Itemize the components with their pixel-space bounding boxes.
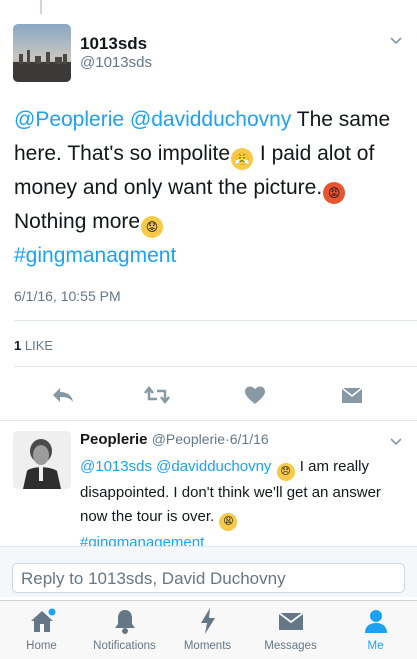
tab-messages[interactable]: Messages [249,607,332,652]
thread-connector-line [40,0,42,14]
author-avatar[interactable] [13,24,71,82]
author-handle: @1013sds [80,54,152,71]
angry-steam-emoji-icon: 😤 [231,148,254,170]
tab-home[interactable]: Home [0,607,83,652]
likes-label: LIKE [24,338,54,353]
reply-body: @1013sds @davidduchovny 😞 I am really di… [80,455,400,555]
tab-label: Me [367,640,384,652]
retweet-icon[interactable] [142,380,172,410]
tweet-header: 1013sds @1013sds [13,24,403,82]
tweet-text-part: Nothing more [14,210,141,233]
likes-number: 1 [14,338,22,353]
reply-composer-bar: Reply to 1013sds, David Duchovny [0,546,417,597]
tab-label: Moments [183,640,232,652]
worried-face-emoji-icon: 😟 [141,216,164,238]
lightning-icon [166,607,249,635]
tweet-body: @Peoplerie @davidduchovny The same here.… [14,103,406,273]
reply-author-avatar[interactable] [13,431,71,489]
tab-me[interactable]: Me [334,607,417,652]
mention-link[interactable]: @davidduchovny [156,458,271,475]
mention-link[interactable]: @1013sds [80,458,152,475]
tab-label: Home [26,640,57,652]
chevron-down-icon[interactable] [389,435,403,449]
bottom-tab-bar: Home Notifications Moments Messages Me [0,600,417,659]
reply-input[interactable]: Reply to 1013sds, David Duchovny [12,563,405,593]
angry-face-emoji-icon: 😡 [323,182,346,204]
reply-author-handle: @Peoplerie [151,431,226,447]
reply-tweet[interactable]: Peoplerie @Peoplerie·6/1/16 @1013sds @da… [0,420,417,551]
divider [14,320,417,321]
person-icon [334,607,417,635]
bell-icon [83,607,166,635]
tab-moments[interactable]: Moments [166,607,249,652]
mention-link[interactable]: @Peoplerie [14,108,124,131]
envelope-icon [249,607,332,635]
likes-count[interactable]: 1 LIKE [14,338,53,353]
reply-author-name[interactable]: Peoplerie [80,431,148,448]
heart-icon[interactable] [240,380,270,410]
hashtag-link[interactable]: #gingmanagment [14,244,176,267]
weary-face-emoji-icon: 😩 [219,513,238,531]
tweet-timestamp: 6/1/16, 10:55 PM [14,288,121,304]
reply-date: 6/1/16 [229,431,269,447]
direct-message-icon[interactable] [337,380,367,410]
chevron-down-icon[interactable] [389,34,403,48]
divider [14,366,417,367]
tab-label: Messages [264,640,317,652]
home-icon [0,607,83,635]
author-name[interactable]: 1013sds [80,34,147,54]
reply-icon[interactable] [48,380,78,410]
disappointed-face-emoji-icon: 😞 [276,463,295,481]
tab-notifications[interactable]: Notifications [83,607,166,652]
tab-label: Notifications [93,640,156,652]
mention-link[interactable]: @davidduchovny [130,108,291,131]
reply-meta: Peoplerie @Peoplerie·6/1/16 [80,431,269,448]
tweet-actions [0,380,417,410]
